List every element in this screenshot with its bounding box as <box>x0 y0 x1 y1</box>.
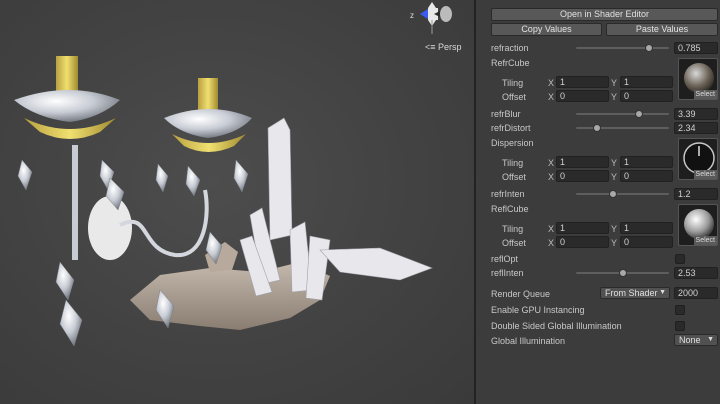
dispersion-select-button[interactable]: Select <box>693 170 717 179</box>
gpu-instancing-label: Enable GPU Instancing <box>491 305 585 315</box>
refraction-label: refraction <box>491 43 529 53</box>
scene-view[interactable]: z <≡ Persp <box>0 0 474 404</box>
projection-label: Persp <box>438 42 462 52</box>
refrcube-offset-y-axis: Y <box>611 92 618 102</box>
reflcube-select-button[interactable]: Select <box>693 236 717 245</box>
refrcube-select-button[interactable]: Select <box>693 90 717 99</box>
reflcube-tiling-x-axis: X <box>548 224 555 234</box>
dispersion-offset-x-axis: X <box>548 172 555 182</box>
refrcube-tiling-y-axis: Y <box>611 78 618 88</box>
reflcube-tiling-label: Tiling <box>502 224 524 234</box>
refraction-slider[interactable] <box>576 47 669 49</box>
dispersion-offset-x-field[interactable]: 0 <box>556 170 609 182</box>
reflcube-tiling-y-field[interactable]: 1 <box>620 222 673 234</box>
open-shader-editor-button[interactable]: Open in Shader Editor <box>491 8 718 21</box>
reflopt-label: reflOpt <box>491 254 519 264</box>
double-sided-gi-checkbox[interactable] <box>675 321 685 331</box>
refrinten-value-field[interactable]: 1.2 <box>674 188 718 200</box>
refrcube-tiling-x-axis: X <box>548 78 555 88</box>
reflcube-tiling-y-axis: Y <box>611 224 618 234</box>
dispersion-offset-label: Offset <box>502 172 526 182</box>
reflcube-offset-x-axis: X <box>548 238 555 248</box>
dispersion-tiling-y-field[interactable]: 1 <box>620 156 673 168</box>
dispersion-label: Dispersion <box>491 138 534 148</box>
dispersion-tiling-y-axis: Y <box>611 158 618 168</box>
refrcube-label: RefrCube <box>491 58 530 68</box>
refraction-slider-thumb[interactable] <box>645 44 653 52</box>
orientation-gizmo-icon[interactable]: z <box>410 2 464 38</box>
paste-values-button[interactable]: Paste Values <box>606 23 718 36</box>
refrcube-texture-slot[interactable]: Select <box>678 58 718 100</box>
render-queue-option: From Shader <box>605 288 658 298</box>
render-queue-value-field[interactable]: 2000 <box>674 287 718 299</box>
refrblur-label: refrBlur <box>491 109 521 119</box>
dispersion-texture-slot[interactable]: Select <box>678 138 718 180</box>
refrcube-offset-x-axis: X <box>548 92 555 102</box>
reflcube-offset-label: Offset <box>502 238 526 248</box>
refrinten-label: refrInten <box>491 189 525 199</box>
refrblur-value-field[interactable]: 3.39 <box>674 108 718 120</box>
chevron-left-icon: <≡ <box>425 42 436 52</box>
reflcube-offset-x-field[interactable]: 0 <box>556 236 609 248</box>
reflcube-offset-y-field[interactable]: 0 <box>620 236 673 248</box>
render-queue-label: Render Queue <box>491 289 551 299</box>
global-illumination-label: Global Illumination <box>491 336 566 346</box>
chandelier-render <box>14 56 433 347</box>
refrdistort-label: refrDistort <box>491 123 531 133</box>
chevron-down-icon: ▼ <box>707 336 714 343</box>
render-queue-dropdown[interactable]: From Shader ▼ <box>600 287 670 299</box>
material-inspector: Open in Shader Editor Copy Values Paste … <box>474 0 720 404</box>
refrcube-tiling-x-field[interactable]: 1 <box>556 76 609 88</box>
refrcube-offset-x-field[interactable]: 0 <box>556 90 609 102</box>
dispersion-tiling-x-field[interactable]: 1 <box>556 156 609 168</box>
reflcube-offset-y-axis: Y <box>611 238 618 248</box>
gpu-instancing-checkbox[interactable] <box>675 305 685 315</box>
reflcube-label: ReflCube <box>491 204 529 214</box>
refrdistort-slider[interactable] <box>576 127 669 129</box>
projection-toggle[interactable]: <≡ Persp <box>425 42 462 52</box>
refrinten-slider[interactable] <box>576 193 669 195</box>
refrcube-tiling-label: Tiling <box>502 78 524 88</box>
reflinten-label: reflInten <box>491 268 524 278</box>
refrdistort-slider-thumb[interactable] <box>593 124 602 132</box>
refraction-value-field[interactable]: 0.785 <box>674 42 718 54</box>
copy-values-button[interactable]: Copy Values <box>491 23 602 36</box>
refrcube-offset-label: Offset <box>502 92 526 102</box>
global-illumination-option: None <box>679 335 701 345</box>
chevron-down-icon: ▼ <box>659 289 666 296</box>
refrdistort-value-field[interactable]: 2.34 <box>674 122 718 134</box>
double-sided-gi-label: Double Sided Global Illumination <box>491 321 622 331</box>
reflcube-texture-slot[interactable]: Select <box>678 204 718 246</box>
dispersion-offset-y-field[interactable]: 0 <box>620 170 673 182</box>
refrinten-slider-thumb[interactable] <box>609 190 618 198</box>
refrblur-slider-thumb[interactable] <box>635 110 644 118</box>
gizmo-axis-label: z <box>410 11 414 20</box>
reflinten-slider-thumb[interactable] <box>618 269 627 277</box>
reflinten-value-field[interactable]: 2.53 <box>674 267 718 279</box>
refrblur-slider[interactable] <box>576 113 669 115</box>
reflcube-tiling-x-field[interactable]: 1 <box>556 222 609 234</box>
refrcube-offset-y-field[interactable]: 0 <box>620 90 673 102</box>
dispersion-offset-y-axis: Y <box>611 172 618 182</box>
dispersion-tiling-label: Tiling <box>502 158 524 168</box>
dispersion-tiling-x-axis: X <box>548 158 555 168</box>
refrcube-tiling-y-field[interactable]: 1 <box>620 76 673 88</box>
reflopt-checkbox[interactable] <box>675 254 685 264</box>
global-illumination-dropdown[interactable]: None ▼ <box>674 334 718 346</box>
